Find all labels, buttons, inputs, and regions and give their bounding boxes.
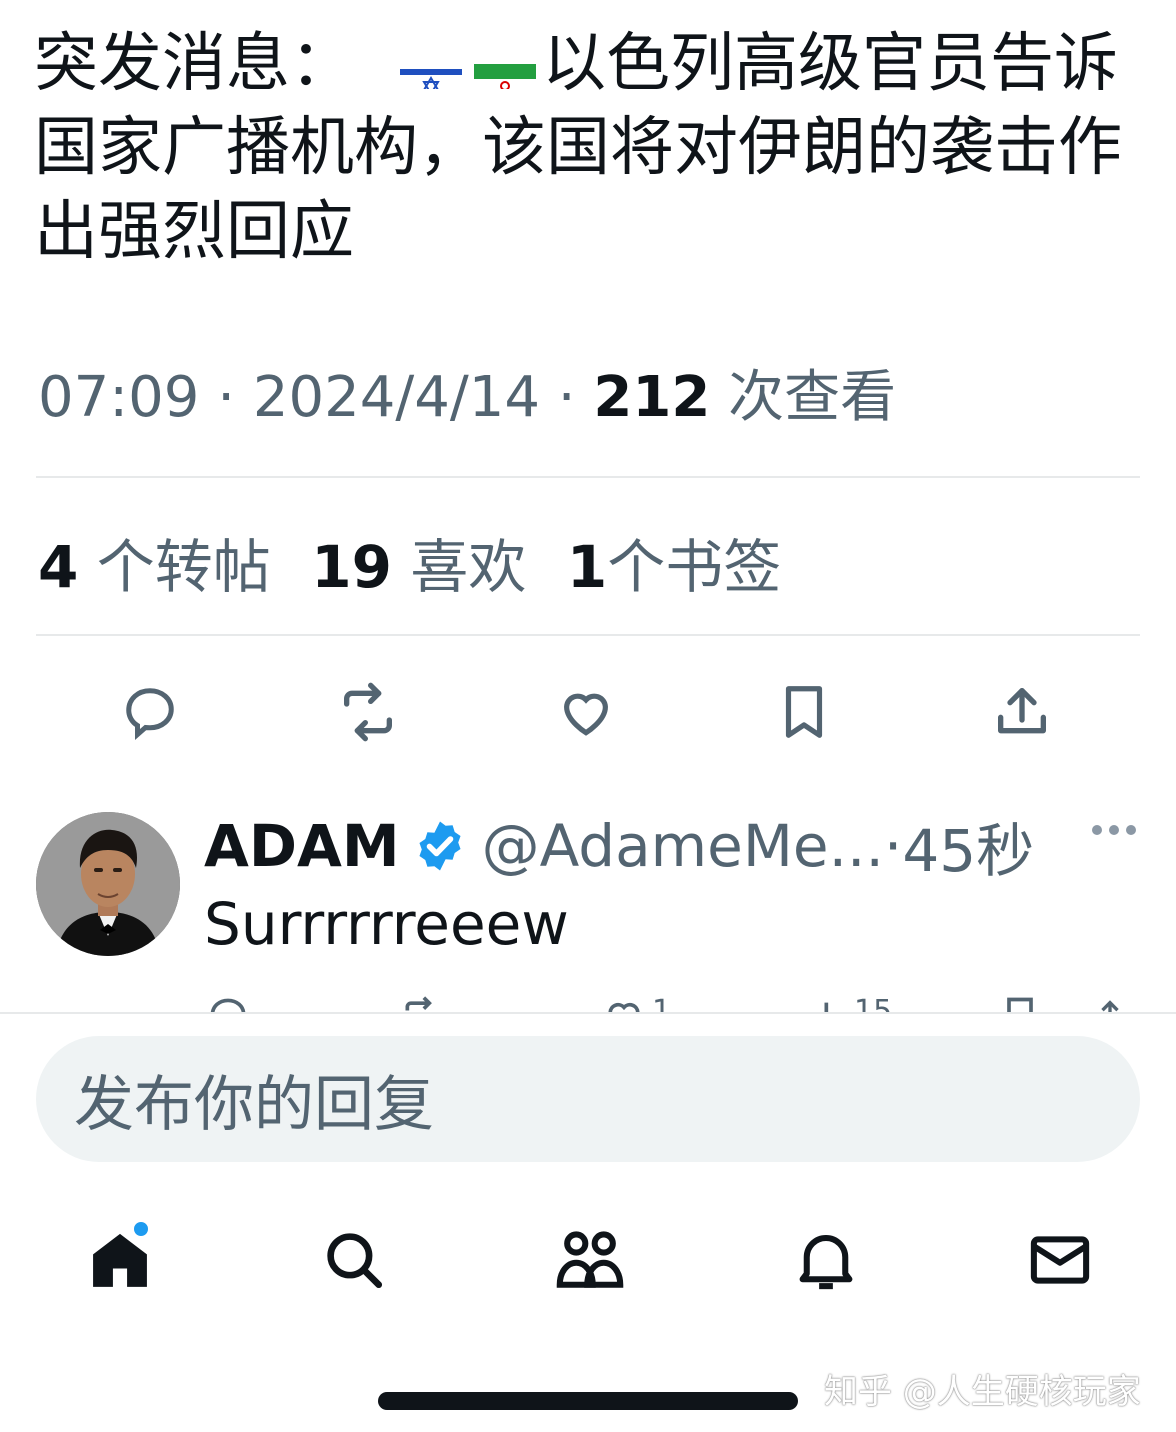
- reply-item[interactable]: ADAM @AdameMe... · 45秒 Surrrrrreeew 1 15: [0, 790, 1176, 1012]
- reply-like-count: 1: [652, 994, 672, 1012]
- reply-bookmark-icon[interactable]: [998, 994, 1042, 1012]
- israel-flag-icon: [400, 45, 462, 90]
- views-label: 次查看: [728, 365, 897, 430]
- reply-icon[interactable]: [118, 680, 182, 744]
- reply-author-handle[interactable]: @AdameMe...: [482, 812, 884, 880]
- views-count: 212: [593, 365, 711, 430]
- home-icon[interactable]: [82, 1220, 158, 1298]
- verified-badge-icon: [419, 821, 461, 871]
- compose-placeholder: 发布你的回复: [74, 1069, 434, 1140]
- like-icon[interactable]: [554, 680, 618, 744]
- likes-count: 19: [311, 533, 392, 601]
- tweet-time[interactable]: 07:09: [38, 365, 199, 430]
- reply-repost-icon[interactable]: [400, 994, 444, 1012]
- tweet-text-lead: 突发消息：: [34, 27, 354, 101]
- likes-stat[interactable]: 19 喜欢: [311, 533, 526, 601]
- tweet-meta: 07:09 · 2024/4/14 · 212 次查看: [38, 352, 896, 433]
- meta-separator: ·: [557, 365, 576, 430]
- tweet-date[interactable]: 2024/4/14: [253, 365, 540, 430]
- messages-icon[interactable]: [1022, 1222, 1098, 1298]
- bookmark-icon[interactable]: [772, 680, 836, 744]
- more-options-icon[interactable]: [1090, 820, 1138, 840]
- bookmarks-stat[interactable]: 1个书签: [567, 533, 781, 601]
- reply-author-name[interactable]: ADAM: [204, 812, 400, 880]
- watermark: 知乎 @人生硬核玩家: [824, 1372, 1141, 1412]
- avatar[interactable]: [36, 812, 180, 956]
- reply-text: Surrrrrreeew: [204, 890, 569, 958]
- reposts-label: 个转帖: [96, 533, 271, 601]
- reply-header: ADAM @AdameMe... · 45秒: [204, 804, 1034, 888]
- bookmarks-label: 个书签: [607, 533, 782, 601]
- reposts-stat[interactable]: 4 个转帖: [38, 533, 271, 601]
- reply-like-icon[interactable]: 1: [602, 994, 671, 1012]
- reply-separator: ·: [883, 812, 903, 880]
- reply-action-bar: 1 15: [0, 990, 1176, 1012]
- reply-time: 45秒: [902, 817, 1035, 885]
- reply-views-icon[interactable]: 15: [808, 994, 892, 1012]
- divider: [36, 634, 1140, 636]
- bottom-tab-bar: [0, 1212, 1176, 1312]
- meta-separator: ·: [217, 365, 236, 430]
- reposts-count: 4: [38, 533, 79, 601]
- search-icon[interactable]: [316, 1222, 392, 1298]
- bookmarks-count: 1: [566, 533, 608, 601]
- likes-label: 喜欢: [410, 533, 527, 601]
- iran-flag-icon: [474, 45, 536, 90]
- home-indicator[interactable]: [378, 1392, 798, 1410]
- divider: [36, 476, 1140, 478]
- reply-views-count: 15: [854, 994, 893, 1012]
- repost-icon[interactable]: [336, 680, 400, 744]
- reply-compose-input[interactable]: 发布你的回复: [36, 1036, 1140, 1162]
- tweet-action-bar: [0, 672, 1176, 762]
- divider: [0, 1012, 1176, 1014]
- notification-dot: [132, 1220, 150, 1238]
- tweet-text: 突发消息： 以色列高级官员告诉国家广播机构，该国将对伊朗的袭击作出强烈回应: [34, 22, 1144, 274]
- notifications-icon[interactable]: [788, 1222, 864, 1298]
- share-icon[interactable]: [990, 680, 1054, 744]
- communities-icon[interactable]: [552, 1222, 628, 1298]
- reply-comment-icon[interactable]: [206, 994, 250, 1012]
- engagement-stats: 4 个转帖 19 喜欢 1个书签: [38, 520, 781, 604]
- reply-share-icon[interactable]: [1090, 994, 1130, 1012]
